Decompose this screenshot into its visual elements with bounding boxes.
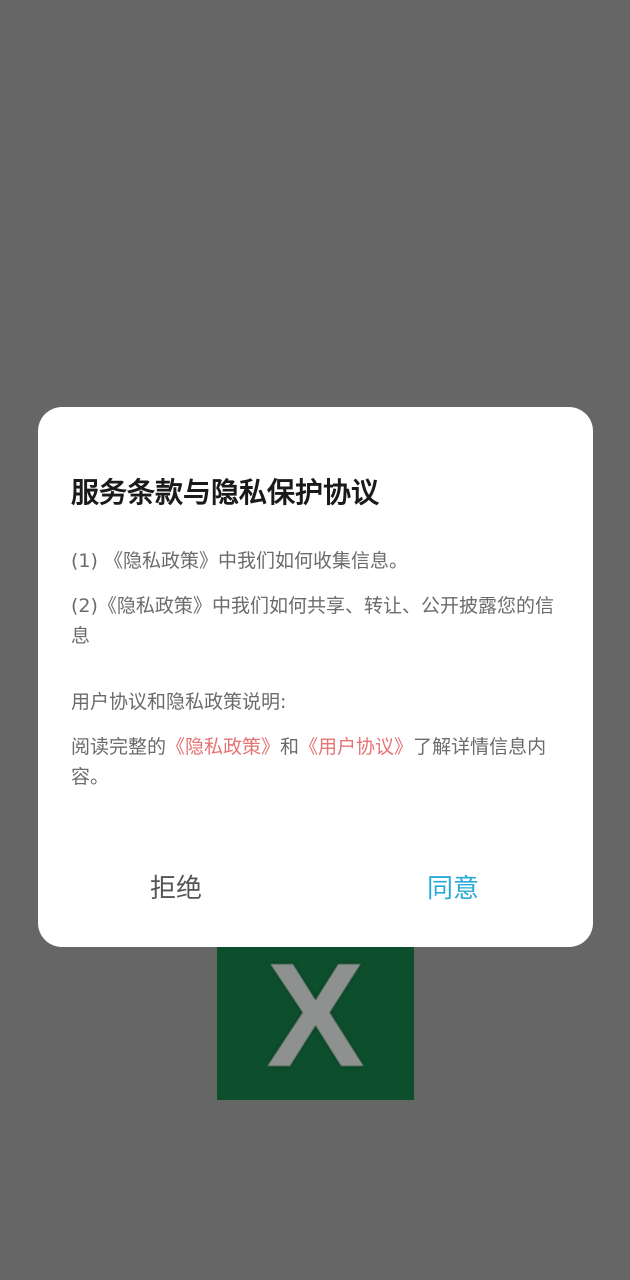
user-agreement-link[interactable]: 《用户协议》 [299,736,413,758]
background-app-icon: X [217,940,414,1100]
dialog-title: 服务条款与隐私保护协议 [71,476,380,509]
app-icon-letter: X [266,940,365,1098]
reject-button[interactable]: 拒绝 [86,865,266,909]
privacy-agreement-dialog: 服务条款与隐私保护协议 (1) 《隐私政策》中我们如何收集信息。 (2)《隐私政… [38,407,593,947]
privacy-policy-link[interactable]: 《隐私政策》 [166,736,280,758]
agree-button[interactable]: 同意 [363,865,543,909]
item-1-privacy-policy-link[interactable]: 《隐私政策》 [104,550,218,572]
reading-note-prefix: 阅读完整的 [71,736,167,758]
item-1-prefix: (1) [71,550,104,572]
agreement-item-2: (2)《隐私政策》中我们如何共享、转让、公开披露您的信息 [71,591,563,651]
agreement-item-1: (1) 《隐私政策》中我们如何收集信息。 [71,546,563,576]
section-heading: 用户协议和隐私政策说明: [71,691,287,713]
item-2-privacy-policy-link[interactable]: 《隐私政策》 [98,595,212,617]
reading-note: 阅读完整的《隐私政策》和《用户协议》了解详情信息内容。 [71,732,563,792]
item-1-text: 中我们如何收集信息。 [217,550,408,572]
reading-note-middle: 和 [280,736,300,758]
item-2-prefix: (2) [71,595,98,617]
